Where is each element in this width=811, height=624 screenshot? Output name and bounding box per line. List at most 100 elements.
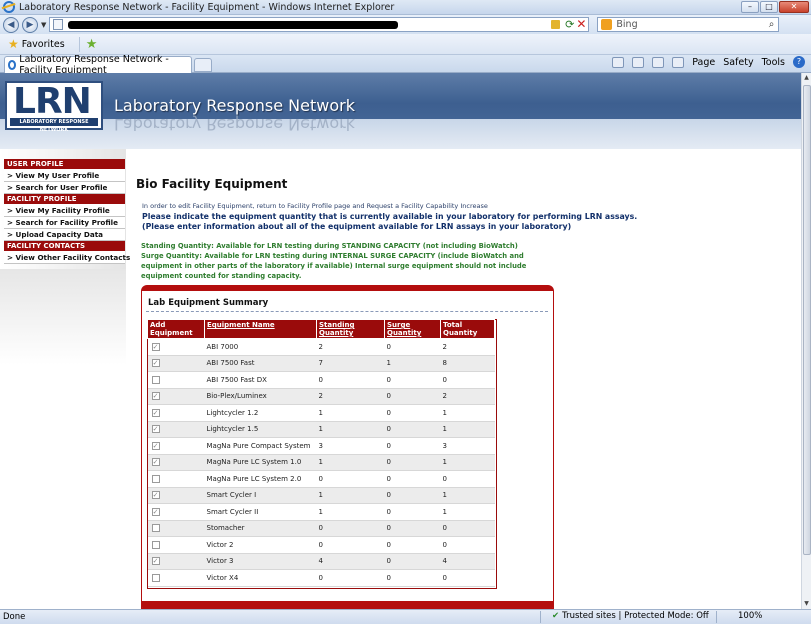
bing-icon [601, 19, 613, 30]
nav-upload-capacity-data[interactable]: > Upload Capacity Data [4, 229, 125, 241]
add-equipment-checkbox[interactable] [151, 474, 160, 483]
standing-quantity-cell: 0 [316, 470, 385, 488]
lrn-logo[interactable]: LRN LABORATORY RESPONSE NETWORK [5, 81, 103, 133]
stop-icon[interactable]: ✕ [576, 17, 586, 31]
add-favorite-icon[interactable]: ★ [78, 36, 97, 52]
equipment-name-cell: ABI 7000 [204, 338, 317, 356]
add-equipment-cell: ✓ [147, 338, 205, 356]
nav-header-user-profile: USER PROFILE [4, 159, 125, 170]
sort-surge-quantity-link[interactable]: Surge Quantity [387, 321, 421, 337]
col-surge-quantity[interactable]: Surge Quantity [384, 319, 441, 339]
standing-quantity-cell: 1 [316, 454, 385, 471]
nav-view-other-facility-contacts[interactable]: > View Other Facility Contacts [4, 252, 130, 264]
scroll-thumb[interactable] [803, 85, 811, 555]
standing-quantity-cell: 1 [316, 503, 385, 521]
help-icon[interactable]: ? [793, 56, 805, 68]
add-equipment-checkbox[interactable] [151, 540, 160, 549]
sort-equipment-name-link[interactable]: Equipment Name [207, 321, 275, 329]
add-equipment-checkbox[interactable] [151, 375, 160, 384]
history-dropdown-icon[interactable]: ▼ [41, 21, 46, 29]
add-equipment-cell: ✓ [147, 454, 205, 471]
instruction-line-1: Please indicate the equipment quantity t… [142, 212, 638, 221]
nav-view-my-facility-profile[interactable]: > View My Facility Profile [4, 205, 125, 217]
total-quantity-cell: 0 [440, 569, 495, 587]
address-bar[interactable]: ⟳ ✕ [49, 17, 590, 32]
table-row: Stomacher 0 0 0 [147, 520, 495, 537]
equipment-name-cell: Victor 3 [204, 553, 317, 570]
favorites-button[interactable]: ★ Favorites [8, 37, 65, 51]
total-quantity-cell: 4 [440, 553, 495, 570]
page-menu[interactable]: Page [692, 57, 715, 68]
add-equipment-checkbox[interactable]: ✓ [151, 557, 160, 566]
refresh-icon[interactable]: ⟳ [565, 18, 574, 31]
nav-header-facility-contacts: FACILITY CONTACTS [4, 241, 125, 252]
equipment-summary-panel: Lab Equipment Summary Add Equipment Equi… [141, 285, 554, 609]
table-row: ✓ ABI 7000 2 0 2 [147, 338, 495, 356]
command-bar: Page Safety Tools ? [612, 56, 805, 68]
add-equipment-checkbox[interactable]: ✓ [151, 425, 160, 434]
tab-ie-icon [8, 60, 17, 70]
search-icon[interactable]: ⌕ [769, 19, 775, 30]
sort-standing-quantity-link[interactable]: Standing Quantity [319, 321, 355, 337]
forward-button[interactable]: ▶ [22, 16, 38, 33]
panel-title: Lab Equipment Summary [148, 298, 269, 308]
add-equipment-checkbox[interactable]: ✓ [151, 408, 160, 417]
tab-active[interactable]: Laboratory Response Network - Facility E… [4, 54, 192, 76]
quantity-definitions: Standing Quantity: Available for LRN tes… [141, 241, 561, 281]
add-equipment-checkbox[interactable]: ✓ [151, 441, 160, 450]
add-equipment-cell: ✓ [147, 553, 205, 570]
add-equipment-checkbox[interactable] [151, 524, 160, 533]
address-toolbar: ◀ ▶ ▼ ⟳ ✕ Bing ⌕ [0, 15, 811, 34]
zoom-level[interactable]: 100% [738, 611, 762, 621]
table-row: Victor 2000 [147, 536, 495, 554]
nav-search-user-profile[interactable]: > Search for User Profile [4, 182, 125, 194]
standing-quantity-cell: 1 [316, 421, 385, 438]
minimize-button[interactable]: – [741, 1, 759, 13]
search-box[interactable]: Bing ⌕ [597, 17, 780, 32]
add-equipment-checkbox[interactable]: ✓ [151, 342, 160, 351]
standing-quantity-cell: 4 [316, 553, 385, 570]
surge-quantity-cell: 0 [384, 437, 441, 455]
vertical-scrollbar[interactable]: ▲ ▼ [801, 73, 811, 609]
page-viewport: LRN LABORATORY RESPONSE NETWORK Laborato… [0, 73, 801, 609]
close-button[interactable]: ✕ [779, 1, 809, 13]
add-equipment-checkbox[interactable]: ✓ [151, 491, 160, 500]
table-row: Victor X4 0 0 0 [147, 569, 495, 587]
nav-view-my-user-profile[interactable]: > View My User Profile [4, 170, 125, 182]
equipment-name-cell: MagNa Pure Compact System [204, 437, 317, 455]
back-button[interactable]: ◀ [3, 16, 19, 33]
scroll-up-icon[interactable]: ▲ [802, 73, 811, 83]
standing-quantity-cell: 7 [316, 355, 385, 372]
table-row: ✓ MagNa Pure Compact System 3 0 3 [147, 437, 495, 455]
favorites-label: Favorites [21, 38, 65, 50]
nav-search-facility-profile[interactable]: > Search for Facility Profile [4, 217, 125, 229]
col-standing-quantity[interactable]: Standing Quantity [316, 319, 385, 339]
print-icon[interactable] [672, 56, 685, 68]
lock-icon[interactable] [551, 20, 561, 29]
scroll-down-icon[interactable]: ▼ [802, 599, 811, 609]
add-equipment-checkbox[interactable]: ✓ [151, 458, 160, 467]
standing-quantity-cell: 0 [316, 569, 385, 587]
add-equipment-cell [147, 569, 205, 587]
tools-menu[interactable]: Tools [762, 57, 785, 68]
new-tab-button[interactable] [194, 58, 212, 72]
add-equipment-cell: ✓ [147, 355, 205, 372]
security-zone[interactable]: ✔ Trusted sites | Protected Mode: Off [552, 611, 709, 621]
col-add-equipment: Add Equipment [147, 319, 205, 339]
maximize-button[interactable]: □ [760, 1, 778, 13]
zone-text: Trusted sites | Protected Mode: Off [562, 611, 709, 621]
page-icon [53, 19, 64, 30]
add-equipment-cell: ✓ [147, 421, 205, 438]
feeds-icon[interactable] [632, 56, 645, 68]
add-equipment-checkbox[interactable]: ✓ [151, 507, 160, 516]
add-equipment-checkbox[interactable]: ✓ [151, 392, 160, 401]
mail-icon[interactable] [652, 56, 665, 68]
add-equipment-checkbox[interactable] [151, 573, 160, 582]
surge-quantity-cell: 0 [384, 536, 441, 554]
safety-menu[interactable]: Safety [723, 57, 753, 68]
home-icon[interactable] [612, 56, 625, 68]
standing-quantity-cell: 1 [316, 487, 385, 504]
checkmark-icon: ✔ [552, 611, 560, 621]
add-equipment-checkbox[interactable]: ✓ [151, 359, 160, 368]
col-equipment-name[interactable]: Equipment Name [204, 319, 317, 339]
